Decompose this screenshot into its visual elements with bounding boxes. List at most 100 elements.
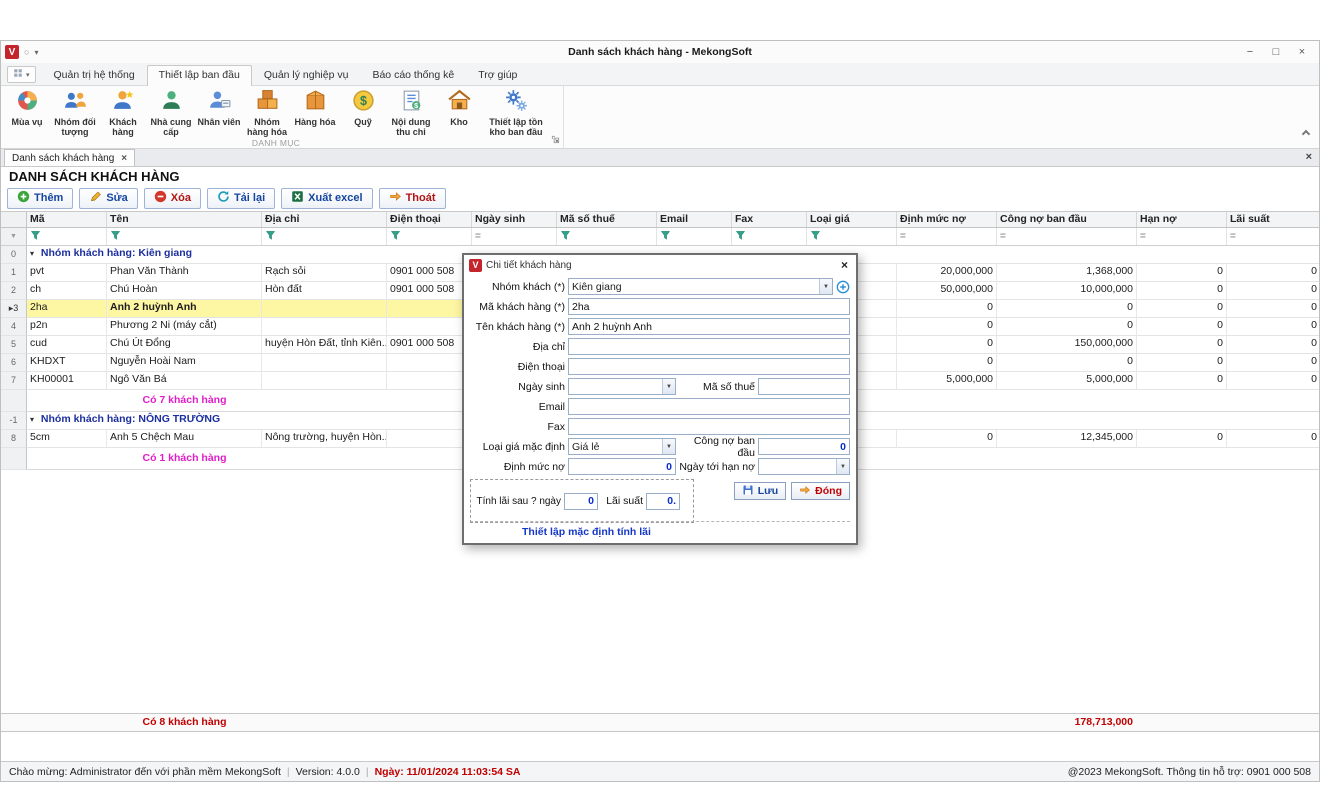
table-cell[interactable]: Phương 2 Ni (máy cắt) (107, 318, 262, 336)
table-cell[interactable] (387, 372, 472, 390)
column-header[interactable]: Mã số thuế (557, 212, 657, 227)
filter-cell[interactable] (107, 228, 262, 245)
ribbon-tab[interactable]: Quản trị hệ thống (42, 65, 147, 85)
table-cell[interactable]: 0 (1137, 354, 1227, 372)
table-cell[interactable]: pvt (27, 264, 107, 282)
column-header[interactable]: Mã (27, 212, 107, 227)
table-cell[interactable]: 0 (897, 430, 997, 448)
ribbon-item[interactable]: Khách hàng (99, 88, 147, 137)
table-cell[interactable]: Rạch sỏi (262, 264, 387, 282)
filter-cell[interactable]: = (1137, 228, 1227, 245)
table-cell[interactable]: 0 (997, 300, 1137, 318)
ribbon-item[interactable]: Nhà cung cấp (147, 88, 195, 137)
email-input[interactable] (568, 398, 850, 415)
ribbon-tab[interactable]: Trợ giúp (466, 65, 529, 85)
table-cell[interactable]: 150,000,000 (997, 336, 1137, 354)
table-cell[interactable]: KHDXT (27, 354, 107, 372)
table-cell[interactable]: Hòn đất (262, 282, 387, 300)
table-cell[interactable]: huyện Hòn Đất, tỉnh Kiên... (262, 336, 387, 354)
filter-cell[interactable] (732, 228, 807, 245)
table-cell[interactable] (387, 354, 472, 372)
table-cell[interactable]: 0901 000 508 (387, 336, 472, 354)
table-cell[interactable] (262, 354, 387, 372)
app-menu-button[interactable]: ▾ (7, 66, 36, 83)
ribbon-item[interactable]: Mùa vụ (3, 88, 51, 127)
filter-cell[interactable]: = (897, 228, 997, 245)
table-cell[interactable]: Ngô Văn Bá (107, 372, 262, 390)
initial-debt-input[interactable] (758, 438, 850, 455)
table-cell[interactable]: 5,000,000 (897, 372, 997, 390)
table-cell[interactable]: cud (27, 336, 107, 354)
table-cell[interactable]: p2n (27, 318, 107, 336)
column-header[interactable]: Loại giá (807, 212, 897, 227)
table-cell[interactable]: 1,368,000 (997, 264, 1137, 282)
column-header[interactable]: Fax (732, 212, 807, 227)
table-cell[interactable]: 20,000,000 (897, 264, 997, 282)
table-cell[interactable]: Anh 5 Chệch Mau (107, 430, 262, 448)
column-header[interactable]: Tên (107, 212, 262, 227)
ribbon-tab[interactable]: Quản lý nghiệp vụ (252, 65, 361, 85)
table-cell[interactable]: 0 (1137, 336, 1227, 354)
ribbon-item[interactable]: Nhóm hàng hóa (243, 88, 291, 137)
table-cell[interactable]: 50,000,000 (897, 282, 997, 300)
column-header[interactable]: Hạn nợ (1137, 212, 1227, 227)
ribbon-item[interactable]: $Nội dung thu chi (387, 88, 435, 137)
filter-cell[interactable] (557, 228, 657, 245)
ribbon-item[interactable]: Thiết lập tồn kho ban đầu (483, 88, 549, 137)
debt-limit-input[interactable] (568, 458, 676, 475)
table-cell[interactable]: 0 (997, 318, 1137, 336)
table-cell[interactable] (262, 318, 387, 336)
ribbon-item[interactable]: Kho (435, 88, 483, 127)
column-header[interactable]: Ngày sinh (472, 212, 557, 227)
sua-button[interactable]: Sửa (79, 188, 137, 209)
table-cell[interactable]: 5,000,000 (997, 372, 1137, 390)
table-cell[interactable]: 0 (1137, 372, 1227, 390)
table-cell[interactable]: 5cm (27, 430, 107, 448)
tab-close-icon[interactable]: × (121, 153, 127, 164)
table-cell[interactable]: 0 (997, 354, 1137, 372)
column-header[interactable]: Công nợ ban đầu (997, 212, 1137, 227)
tai-lai-button[interactable]: Tải lại (207, 188, 275, 209)
table-cell[interactable] (387, 430, 472, 448)
save-button[interactable]: Lưu (734, 482, 786, 500)
quick-access-circle-icon[interactable]: ○ (24, 47, 29, 57)
birthday-combo[interactable]: ▼ (568, 378, 676, 395)
ribbon-item[interactable]: $Quỹ (339, 88, 387, 127)
minimize-button[interactable]: − (1237, 43, 1263, 61)
xoa-button[interactable]: Xóa (144, 188, 201, 209)
table-cell[interactable]: 0 (1137, 430, 1227, 448)
table-cell[interactable]: 0 (1137, 264, 1227, 282)
table-cell[interactable]: 0 (897, 300, 997, 318)
column-header[interactable]: Lãi suất (1227, 212, 1319, 227)
price-type-combo[interactable]: Giá lẻ ▼ (568, 438, 676, 455)
table-cell[interactable]: ch (27, 282, 107, 300)
table-cell[interactable]: 0 (1137, 282, 1227, 300)
ribbon-item[interactable]: Nhân viên (195, 88, 243, 127)
document-tab[interactable]: Danh sách khách hàng × (4, 149, 135, 166)
table-cell[interactable]: KH00001 (27, 372, 107, 390)
table-cell[interactable] (262, 372, 387, 390)
table-cell[interactable]: 0901 000 508 (387, 282, 472, 300)
column-header[interactable]: Định mức nợ (897, 212, 997, 227)
table-cell[interactable]: Nguyễn Hoài Nam (107, 354, 262, 372)
filter-cell[interactable] (807, 228, 897, 245)
table-cell[interactable]: Chú Út Đổng (107, 336, 262, 354)
customer-code-input[interactable] (568, 298, 850, 315)
column-header[interactable]: Điện thoại (387, 212, 472, 227)
filter-cell[interactable] (27, 228, 107, 245)
table-cell[interactable]: 0 (1227, 282, 1319, 300)
table-cell[interactable]: 0 (1227, 336, 1319, 354)
customer-name-input[interactable] (568, 318, 850, 335)
table-cell[interactable]: 0 (1227, 372, 1319, 390)
tax-input[interactable] (758, 378, 850, 395)
table-cell[interactable]: Phan Văn Thành (107, 264, 262, 282)
address-input[interactable] (568, 338, 850, 355)
filter-cell[interactable] (262, 228, 387, 245)
close-dialog-button[interactable]: Đóng (791, 482, 850, 500)
ribbon-tab[interactable]: Báo cáo thống kê (360, 65, 466, 85)
due-days-combo[interactable]: ▼ (758, 458, 850, 475)
table-cell[interactable]: 10,000,000 (997, 282, 1137, 300)
table-cell[interactable]: 0 (1227, 430, 1319, 448)
table-cell[interactable]: 0 (1227, 264, 1319, 282)
table-cell[interactable]: 0 (897, 336, 997, 354)
